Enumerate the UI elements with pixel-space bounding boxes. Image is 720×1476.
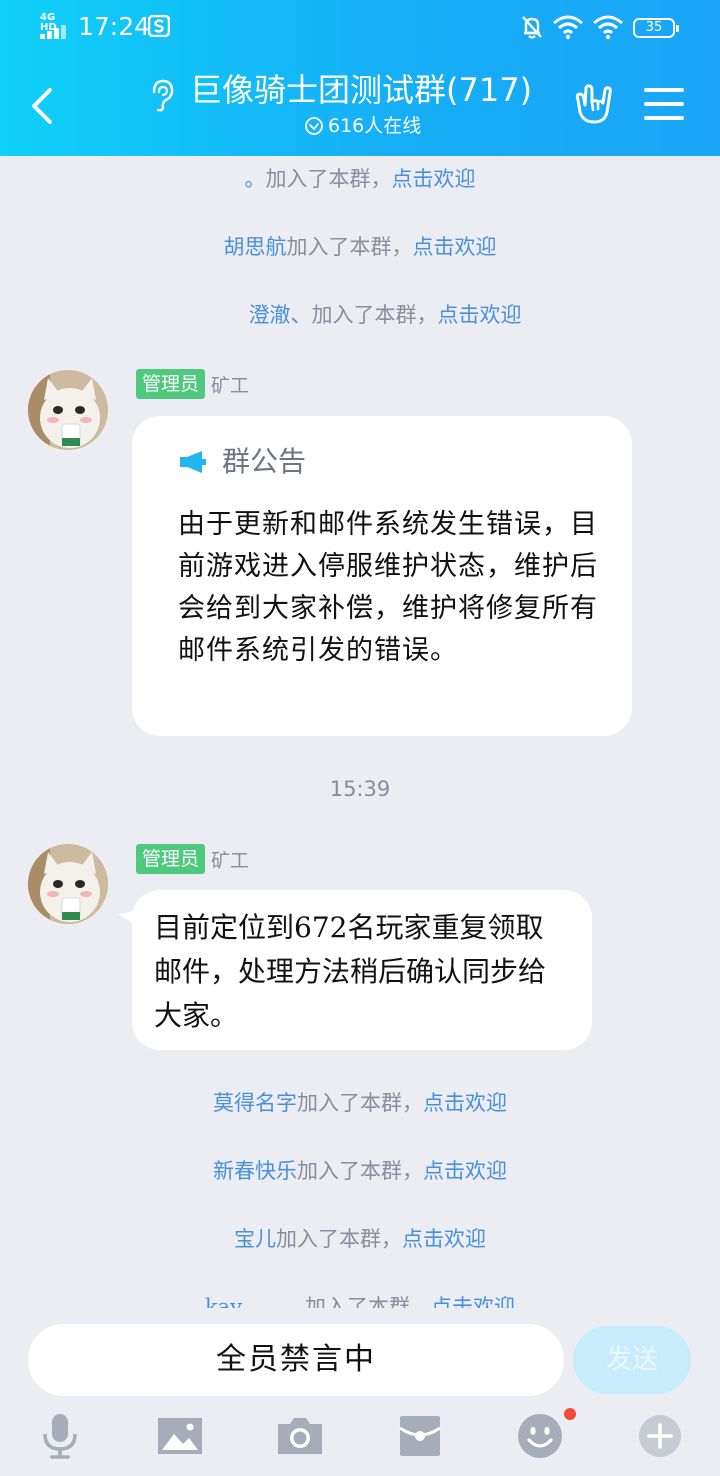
member-name[interactable]: 胡思航 <box>224 235 287 259</box>
camera-icon[interactable] <box>276 1412 324 1460</box>
member-name[interactable]: kay <box>205 1295 242 1308</box>
admin-badge: 管理员 <box>136 369 206 399</box>
welcome-link[interactable]: 点击欢迎 <box>423 1091 507 1115</box>
wifi-icon-2 <box>593 15 623 40</box>
microphone-icon[interactable] <box>36 1412 84 1460</box>
status-time: 17:24 <box>78 12 151 41</box>
message-list[interactable]: 。加入了本群，点击欢迎 胡思航加入了本群，点击欢迎 澄澈、加入了本群，点击欢迎 … <box>0 156 720 1308</box>
emoji-icon[interactable] <box>516 1412 564 1460</box>
online-check-icon <box>305 117 323 135</box>
back-button[interactable] <box>24 82 64 130</box>
input-bar: 全员禁言中 发送 <box>0 1308 720 1476</box>
welcome-link[interactable]: 点击欢迎 <box>431 1295 515 1308</box>
plus-icon[interactable] <box>636 1412 684 1460</box>
join-text: 加入了本群， <box>297 1159 423 1183</box>
welcome-link[interactable]: 点击欢迎 <box>423 1159 507 1183</box>
notice-title: 群公告 <box>222 445 307 478</box>
group-title[interactable]: 巨像骑士团测试群(717) <box>190 68 532 112</box>
sender-name[interactable]: 矿工 <box>211 846 249 873</box>
wifi-icon <box>553 15 583 40</box>
member-name[interactable]: 澄澈、 <box>249 303 312 327</box>
status-bar: 4G HD 17:24 35 <box>0 0 720 54</box>
message-bubble[interactable]: 目前定位到672名玩家重复领取邮件，处理方法稍后确认同步给大家。 <box>132 890 592 1050</box>
message-input-muted: 全员禁言中 <box>28 1324 564 1396</box>
welcome-link[interactable]: 点击欢迎 <box>413 235 497 259</box>
join-text: 加入了本群， <box>297 1091 423 1115</box>
cat-avatar-image <box>28 370 108 450</box>
system-message: 澄澈、加入了本群，点击欢迎 <box>0 300 720 330</box>
member-name[interactable]: 。 <box>245 167 266 191</box>
member-name[interactable]: 新春快乐 <box>213 1159 297 1183</box>
chat-header: 4G HD 17:24 35 巨像骑士团测试群(717) 616人在线 <box>0 0 720 156</box>
sender-row: 管理员 矿工 <box>136 369 249 399</box>
join-text: 加入了本群， <box>286 235 413 259</box>
member-name[interactable]: 宝儿 <box>234 1227 276 1251</box>
cellular-signal-icon: 4G HD <box>40 13 72 39</box>
member-name[interactable]: 莫得名字 <box>213 1091 297 1115</box>
admin-badge: 管理员 <box>136 844 206 874</box>
system-message: 宝儿加入了本群，点击欢迎 <box>0 1224 720 1254</box>
red-packet-icon[interactable] <box>396 1412 444 1460</box>
system-message: kay 加入了本群，点击欢迎 <box>0 1292 720 1308</box>
notification-app-icon <box>148 15 170 37</box>
time-divider: 15:39 <box>329 777 391 801</box>
menu-icon[interactable] <box>644 86 684 122</box>
avatar[interactable] <box>28 370 108 450</box>
battery-icon: 35 <box>633 18 679 38</box>
welcome-link[interactable]: 点击欢迎 <box>392 167 476 191</box>
sender-row: 管理员 矿工 <box>136 844 249 874</box>
notice-body: 由于更新和邮件系统发生错误，目前游戏进入停服维护状态，维护后会给到大家补偿，维护… <box>178 509 598 666</box>
rock-gesture-icon[interactable] <box>570 82 614 126</box>
send-button[interactable]: 发送 <box>573 1326 691 1394</box>
image-icon[interactable] <box>156 1412 204 1460</box>
ear-icon[interactable] <box>146 78 176 112</box>
online-count-text: 616人在线 <box>328 115 422 137</box>
group-notice-card[interactable]: 群公告 由于更新和邮件系统发生错误，目前游戏进入停服维护状态，维护后会给到大家补… <box>132 416 632 736</box>
notice-header: 群公告 <box>178 444 306 480</box>
sender-name[interactable]: 矿工 <box>211 371 249 398</box>
mute-bell-icon <box>522 16 542 39</box>
welcome-link[interactable]: 点击欢迎 <box>438 303 522 327</box>
welcome-link[interactable]: 点击欢迎 <box>402 1227 486 1251</box>
megaphone-icon <box>180 451 206 473</box>
emoji-notification-dot <box>564 1408 576 1420</box>
system-message: 胡思航加入了本群，点击欢迎 <box>0 232 720 262</box>
avatar[interactable] <box>28 844 108 924</box>
system-message: 新春快乐加入了本群，点击欢迎 <box>0 1156 720 1186</box>
join-text: 加入了本群， <box>305 1295 432 1308</box>
join-text: 加入了本群， <box>311 303 438 327</box>
join-text: 加入了本群， <box>265 167 392 191</box>
system-message: 莫得名字加入了本群，点击欢迎 <box>0 1088 720 1118</box>
system-message: 。加入了本群，点击欢迎 <box>0 164 720 194</box>
join-text: 加入了本群， <box>276 1227 402 1251</box>
online-count[interactable]: 616人在线 <box>304 114 421 138</box>
cat-avatar-image <box>28 844 108 924</box>
